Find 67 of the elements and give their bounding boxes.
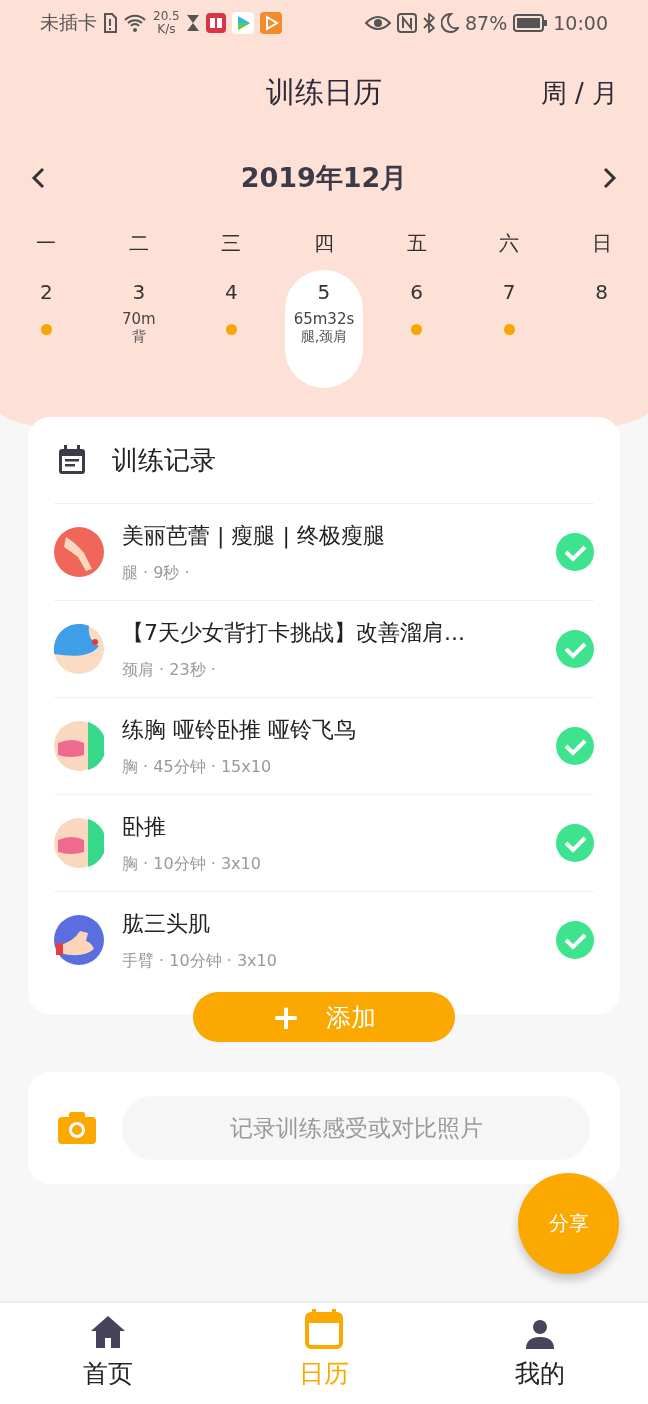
nfc-icon (397, 13, 417, 33)
section-title: 训练记录 (112, 443, 216, 477)
play-app-icon (231, 12, 254, 34)
record-title[interactable]: 肱三头肌 (122, 908, 538, 939)
home-icon (90, 1315, 126, 1349)
day-number: 7 (502, 280, 516, 306)
weekday-label: 一 (35, 229, 58, 257)
day-cell[interactable]: 8 (562, 270, 641, 388)
exercise-icon (54, 624, 104, 674)
chevron-right-icon[interactable] (602, 166, 618, 190)
bluetooth-icon (423, 13, 435, 33)
day-number: 2 (39, 280, 53, 306)
weekday-label: 四 (313, 229, 335, 257)
page-title: 训练日历 (266, 74, 382, 111)
day-duration: 70m (122, 310, 156, 328)
weekday-label: 二 (127, 229, 150, 257)
day-cell[interactable]: 3 70m 背 (99, 270, 178, 388)
record-title[interactable]: 卧推 (122, 811, 538, 842)
record-title[interactable]: 练胸 哑铃卧推 哑铃飞鸟 (122, 714, 538, 745)
day-number: 8 (595, 280, 609, 306)
selected-day[interactable]: 5 65m32s 腿,颈肩 (285, 270, 363, 388)
month-title: 2019年12月 (240, 161, 408, 195)
day-number: 5 (317, 280, 331, 306)
eye-icon (365, 14, 391, 32)
weekday-label: 日 (590, 229, 613, 257)
carrier-text: 未插卡 (40, 10, 97, 35)
record-meta: 颈肩 · 23秒 · (122, 659, 217, 681)
weekday-label: 六 (498, 229, 521, 257)
nav-tab[interactable]: 我的 (432, 1303, 648, 1404)
calendar-icon (58, 445, 86, 475)
day-cell[interactable]: 6 (377, 270, 456, 388)
weekday-label: 三 (220, 229, 243, 257)
person-icon (525, 1319, 555, 1349)
calendar-icon (305, 1309, 343, 1349)
day-body-part: 腿,颈肩 (300, 328, 348, 346)
day-number: 3 (132, 280, 146, 306)
weekday-label: 五 (405, 229, 428, 257)
record-meta: 腿 · 9秒 · (122, 562, 191, 584)
battery-percent: 87% (465, 12, 508, 34)
record-meta: 胸 · 45分钟 · 15x10 (122, 756, 273, 778)
day-cell[interactable]: 2 (7, 270, 86, 388)
hourglass-icon (185, 14, 200, 32)
moon-icon (441, 13, 459, 33)
nav-tab[interactable]: 首页 (0, 1303, 216, 1404)
clock-time: 10:00 (553, 12, 608, 34)
exercise-icon (54, 818, 104, 868)
day-duration: 65m32s (293, 310, 355, 328)
wifi-icon (123, 13, 147, 33)
exercise-icon (54, 915, 104, 965)
battery-icon (513, 14, 548, 32)
week-month-toggle[interactable]: 周 / 月 (540, 75, 618, 111)
day-body-part: 背 (131, 328, 146, 346)
chevron-left-icon[interactable] (30, 166, 46, 190)
record-meta: 胸 · 10分钟 · 3x10 (122, 853, 262, 875)
day-number: 4 (225, 280, 238, 306)
exercise-icon (54, 721, 104, 771)
network-speed: 20.5 K/s (153, 10, 180, 36)
record-meta: 手臂 · 10分钟 · 3x10 (122, 950, 278, 972)
day-number: 6 (410, 280, 423, 306)
day-cell[interactable]: 4 (192, 270, 271, 388)
exercise-icon (54, 527, 104, 577)
video-app-icon (259, 12, 282, 34)
record-title[interactable]: 【7天少女背打卡挑战】改善溜肩... (122, 617, 538, 648)
record-title[interactable]: 美丽芭蕾 | 瘦腿 | 终极瘦腿 (122, 520, 538, 551)
sim-alert-icon (103, 13, 117, 33)
note-input-field[interactable]: 记录训练感受或对比照片 (122, 1096, 590, 1160)
day-cell[interactable]: 7 (470, 270, 549, 388)
